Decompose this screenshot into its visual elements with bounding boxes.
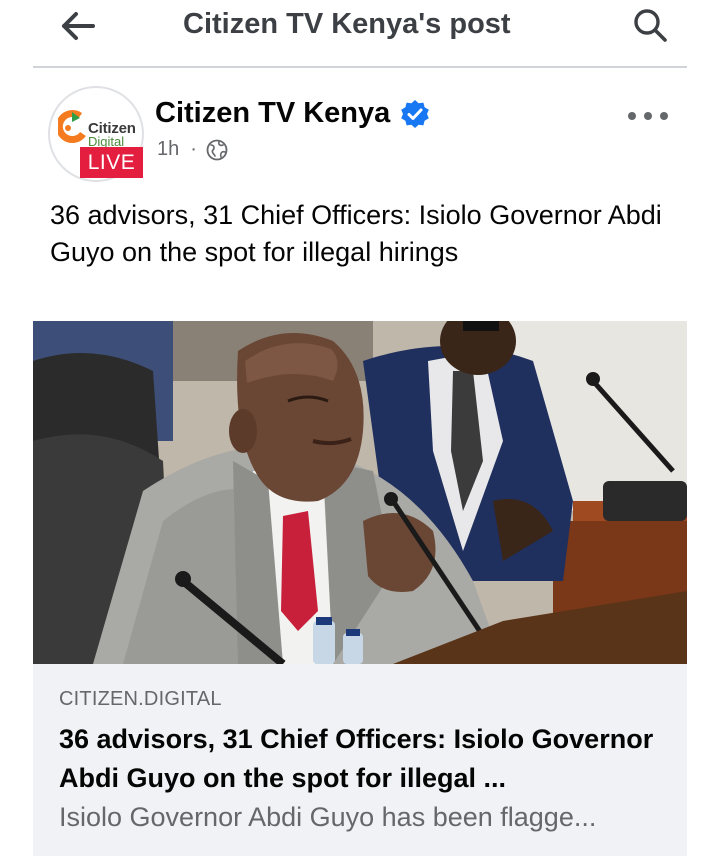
link-domain: CITIZEN.DIGITAL xyxy=(59,688,222,710)
link-preview-card[interactable]: CITIZEN.DIGITAL 36 advisors, 31 Chief Of… xyxy=(33,664,687,856)
more-dot xyxy=(644,112,652,120)
link-title: 36 advisors, 31 Chief Officers: Isiolo G… xyxy=(59,724,654,793)
divider xyxy=(33,66,687,68)
post-meta: 1h · xyxy=(157,138,228,161)
more-dots-icon xyxy=(628,112,636,120)
meta-separator: · xyxy=(190,138,197,160)
post-header: Citizen Digital LIVE Citizen TV Kenya 1h… xyxy=(0,80,720,190)
arrow-left-icon xyxy=(62,12,95,40)
post-text: 36 advisors, 31 Chief Officers: Isiolo G… xyxy=(50,200,662,267)
post-time[interactable]: 1h xyxy=(157,138,179,161)
search-button[interactable] xyxy=(626,2,674,50)
photo-illustration xyxy=(33,321,687,664)
search-icon xyxy=(634,9,667,42)
post-photo[interactable] xyxy=(33,321,687,664)
page-name-row: Citizen TV Kenya xyxy=(155,97,430,130)
live-badge: LIVE xyxy=(80,147,143,178)
globe-icon xyxy=(206,139,228,160)
more-dot xyxy=(660,112,668,120)
more-options-button[interactable] xyxy=(628,106,668,126)
top-bar: Citizen TV Kenya's post xyxy=(0,0,720,68)
page-name[interactable]: Citizen TV Kenya xyxy=(155,97,390,130)
page-title: Citizen TV Kenya's post xyxy=(183,8,511,40)
back-button[interactable] xyxy=(50,4,106,48)
link-description: Isiolo Governor Abdi Guyo has been flagg… xyxy=(59,802,597,832)
citizen-logo-icon xyxy=(58,110,86,143)
verified-badge-icon xyxy=(401,99,430,128)
